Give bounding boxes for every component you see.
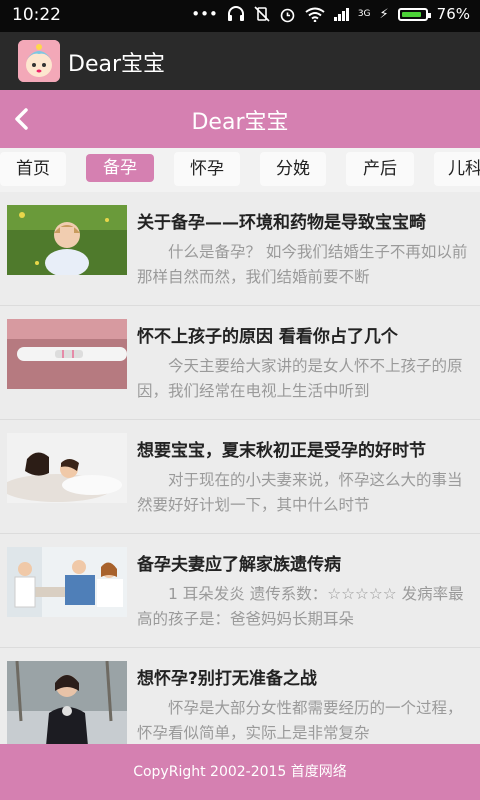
charging-icon: ⚡ xyxy=(379,6,389,22)
article-item[interactable]: 想怀孕?别打无准备之战 怀孕是大部分女性都需要经历的一个过程，怀孕看似简单，实际… xyxy=(0,648,480,744)
article-item[interactable]: 怀不上孩子的原因 看看你占了几个 今天主要给大家讲的是女人怀不上孩子的原因，我们… xyxy=(0,306,480,420)
tab-home[interactable]: 首页 xyxy=(0,152,66,186)
article-title: 怀不上孩子的原因 看看你占了几个 xyxy=(137,327,398,347)
more-dots-icon: ••• xyxy=(191,5,218,23)
page-title: Dear宝宝 xyxy=(191,110,289,135)
battery-icon xyxy=(397,7,431,21)
wifi-icon xyxy=(305,7,325,22)
status-bar: 10:22 ••• 3G ⚡ 76% xyxy=(0,0,480,32)
headset-icon xyxy=(227,6,244,21)
copyright-text: CopyRight 2002-2015 首度网络 xyxy=(133,764,347,780)
article-item[interactable]: 想要宝宝，夏末秋初正是受孕的好时节 对于现在的小夫妻来说，怀孕这么大的事当然要好… xyxy=(0,420,480,534)
footer: CopyRight 2002-2015 首度网络 xyxy=(0,744,480,800)
tab-postpartum[interactable]: 产后 xyxy=(346,152,414,186)
status-icons: ••• 3G ⚡ 76% xyxy=(191,5,470,23)
article-title: 想要宝宝，夏末秋初正是受孕的好时节 xyxy=(137,441,426,461)
article-summary: 今天主要给大家讲的是女人怀不上孩子的原因，我们经常在电视上生活中听到 xyxy=(137,357,463,400)
article-thumbnail xyxy=(7,547,127,617)
article-title: 想怀孕?别打无准备之战 xyxy=(137,669,317,689)
vibrate-off-icon xyxy=(254,6,270,22)
article-summary: 对于现在的小夫妻来说，怀孕这么大的事当然要好好计划一下，其中什么时节 xyxy=(137,471,463,514)
page-header: Dear宝宝 xyxy=(0,90,480,148)
battery-level: 76% xyxy=(436,5,470,23)
category-tabs: 首页 备孕 怀孕 分娩 产后 儿科 xyxy=(0,148,480,192)
article-thumbnail xyxy=(7,433,127,503)
tab-pediatrics[interactable]: 儿科 xyxy=(434,152,480,186)
status-time: 10:22 xyxy=(12,5,61,25)
article-summary: 什么是备孕？ 如今我们结婚生子不再如以前那样自然而然，我们结婚前要不断 xyxy=(137,243,468,286)
app-title: Dear宝宝 xyxy=(68,52,166,77)
article-list: 关于备孕——环境和药物是导致宝宝畸 什么是备孕？ 如今我们结婚生子不再如以前那样… xyxy=(0,192,480,744)
article-title: 备孕夫妻应了解家族遗传病 xyxy=(137,555,341,575)
app-bar: Dear宝宝 xyxy=(0,32,480,90)
article-thumbnail xyxy=(7,661,127,744)
article-title: 关于备孕——环境和药物是导致宝宝畸 xyxy=(137,213,426,233)
article-thumbnail xyxy=(7,319,127,389)
article-summary: 怀孕是大部分女性都需要经历的一个过程，怀孕看似简单，实际上是非常复杂 xyxy=(137,699,463,742)
app-logo-icon xyxy=(18,40,60,82)
tab-childbirth[interactable]: 分娩 xyxy=(260,152,326,186)
article-item[interactable]: 备孕夫妻应了解家族遗传病 1 耳朵发炎 遗传系数：☆☆☆☆☆ 发病率最高的孩子是… xyxy=(0,534,480,648)
article-summary: 1 耳朵发炎 遗传系数：☆☆☆☆☆ 发病率最高的孩子是：爸爸妈妈长期耳朵 xyxy=(137,585,464,628)
alarm-icon xyxy=(280,8,295,22)
article-item[interactable]: 关于备孕——环境和药物是导致宝宝畸 什么是备孕？ 如今我们结婚生子不再如以前那样… xyxy=(0,192,480,306)
network-type: 3G xyxy=(357,9,371,19)
article-thumbnail xyxy=(7,205,127,275)
tab-pre-pregnancy[interactable]: 备孕 xyxy=(86,154,154,182)
tab-pregnancy[interactable]: 怀孕 xyxy=(174,152,240,186)
signal-icon xyxy=(333,7,349,21)
